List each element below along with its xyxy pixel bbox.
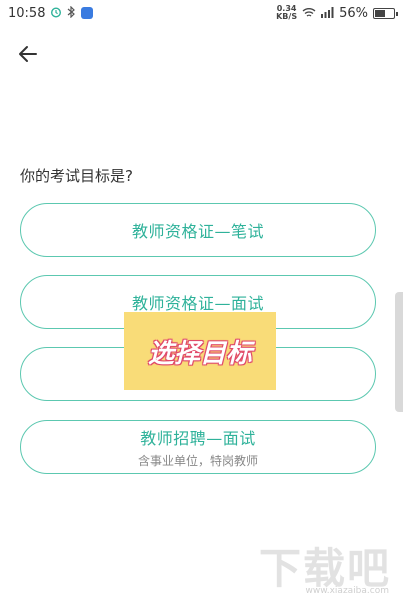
option-teacher-cert-written[interactable]: 教师资格证—笔试 — [20, 203, 376, 257]
shield-icon — [81, 7, 94, 19]
alarm-icon — [50, 6, 62, 20]
arrow-left-icon — [19, 46, 37, 62]
network-speed-unit: KB/S — [276, 12, 298, 21]
battery-icon — [373, 7, 398, 19]
battery-percent: 56% — [339, 5, 368, 21]
network-speed: 0.34 KB/S — [276, 5, 297, 21]
option-title: 教师资格证—面试 — [131, 294, 264, 313]
question-label: 你的考试目标是? — [20, 167, 133, 185]
status-bar: 10:58 0.34 KB/S 56% — [0, 0, 403, 26]
signal-icon — [321, 6, 334, 20]
watermark-url: www.xiazaiba.com — [305, 586, 389, 596]
wifi-icon — [302, 7, 316, 20]
back-button[interactable] — [14, 40, 42, 68]
bluetooth-icon — [67, 5, 76, 20]
option-title: 教师招聘—面试 — [140, 429, 256, 448]
option-title: 教师资格证—笔试 — [131, 222, 264, 241]
option-subtitle: 含事业单位，特岗教师 — [137, 454, 258, 468]
status-time: 10:58 — [8, 5, 46, 21]
option-teacher-recruit-interview[interactable]: 教师招聘—面试 含事业单位，特岗教师 — [20, 420, 376, 474]
overlay-caption: 选择目标 — [124, 312, 276, 390]
scroll-handle[interactable] — [395, 292, 403, 412]
battery-level — [375, 9, 385, 17]
